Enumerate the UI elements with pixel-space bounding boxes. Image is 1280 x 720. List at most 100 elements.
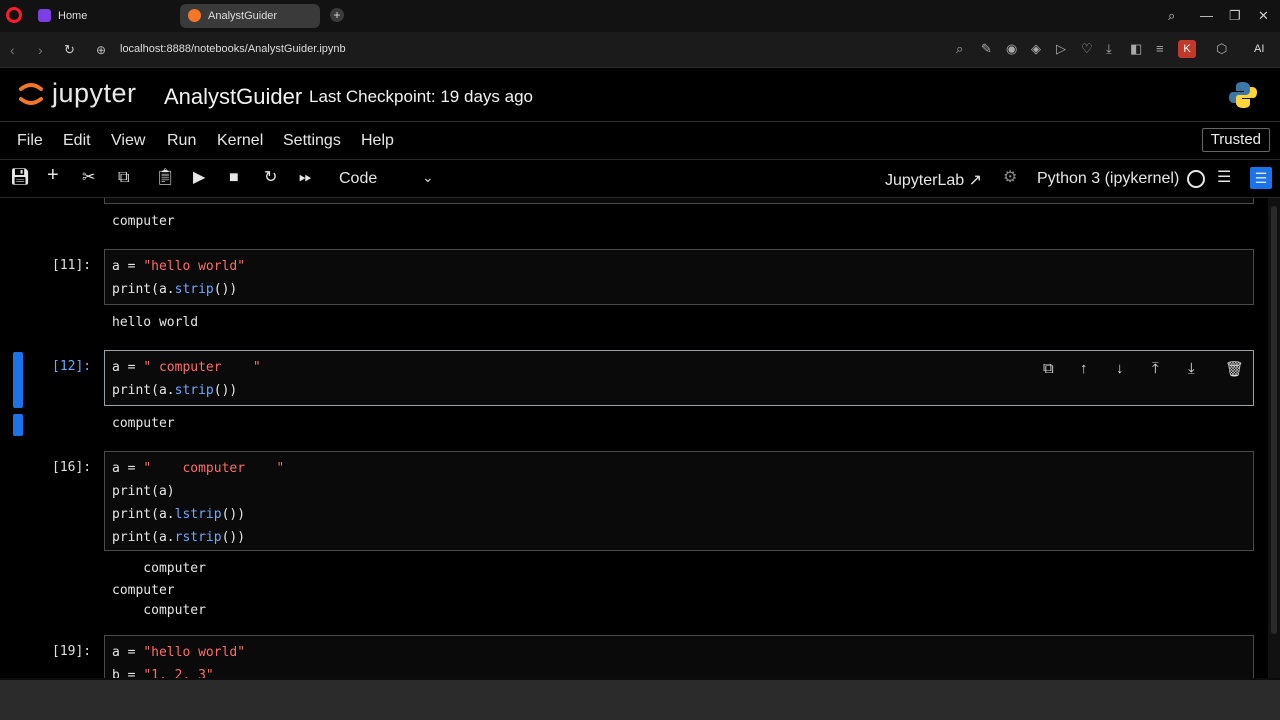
run-icon[interactable]: ▶ (193, 169, 205, 187)
code-line: print(a.rstrip()) (112, 530, 246, 545)
cell-output: computer (112, 603, 206, 618)
cell-prompt: [12]: (52, 359, 92, 374)
camera-icon[interactable]: ◉ (1006, 41, 1017, 57)
output-collapser[interactable] (13, 414, 23, 436)
cell-prompt: [16]: (52, 460, 92, 475)
menu-view[interactable]: View (111, 132, 145, 150)
menu-lines-icon[interactable]: ≡ (1156, 41, 1164, 56)
cut-icon[interactable]: ✂ (82, 169, 95, 187)
add-cell-icon[interactable]: + (47, 165, 59, 185)
trusted-badge[interactable]: Trusted (1201, 128, 1270, 152)
minimize-icon[interactable]: — (1200, 8, 1213, 23)
notebook-title[interactable]: AnalystGuider (164, 84, 302, 110)
play-icon[interactable]: ▷ (1056, 41, 1066, 57)
notebook-area[interactable]: computer [11]: a = "hello world" print(a… (0, 198, 1268, 678)
insert-above-icon[interactable]: ⤒ (1152, 360, 1159, 377)
cell-prompt: [11]: (52, 258, 92, 273)
code-line: a = " computer " (112, 360, 261, 375)
jupyter-logo-text: jupyter (52, 78, 137, 108)
notebook-toolbar: 💾︎ + ✂ ⧉ 📋︎ ▶ ■ ↻ ⏩︎ Code ⌄ JupyterLab ↗… (0, 160, 1280, 198)
jupyterlab-label: JupyterLab (885, 172, 965, 189)
restore-icon[interactable]: ❐ (1229, 8, 1241, 24)
jupyter-tab-icon (188, 9, 201, 22)
move-down-icon[interactable]: ↓ (1116, 360, 1124, 377)
external-link-icon: ↗ (968, 172, 983, 189)
cell-output: hello world (112, 315, 199, 330)
jupyterlab-link[interactable]: JupyterLab ↗ (885, 170, 982, 190)
insert-below-icon[interactable]: ⤓ (1188, 360, 1195, 377)
code-line: b = "1, 2, 3" (112, 668, 214, 678)
stop-icon[interactable]: ■ (229, 169, 239, 187)
new-tab-button[interactable]: + (330, 8, 344, 22)
jupyter-header: jupyter AnalystGuider Last Checkpoint: 1… (0, 68, 1280, 122)
save-icon[interactable]: 💾︎ (10, 169, 30, 187)
active-code-cell-editor[interactable]: a = " computer " print(a.strip()) ⧉ ↑ ↓ … (104, 350, 1254, 406)
paste-icon[interactable]: 📋︎ (155, 169, 175, 187)
jupyter-logo-icon[interactable] (18, 80, 44, 108)
menu-file[interactable]: File (17, 132, 43, 150)
copy-icon[interactable]: ⧉ (118, 169, 129, 187)
menu-kernel[interactable]: Kernel (217, 132, 263, 150)
split-screen-icon[interactable]: ◧ (1130, 41, 1142, 57)
code-line: a = "hello world" (112, 645, 246, 660)
delete-cell-icon[interactable]: 🗑︎ (1225, 360, 1244, 378)
gear-icon[interactable]: ⚙ (1003, 169, 1017, 187)
previous-cell-editor[interactable] (104, 198, 1254, 204)
restart-icon[interactable]: ↻ (264, 169, 277, 187)
scrollbar-thumb[interactable] (1271, 206, 1277, 634)
taskbar-strip (0, 680, 1280, 720)
duplicate-cell-icon[interactable]: ⧉ (1043, 360, 1054, 377)
cell-prompt: [19]: (52, 644, 92, 659)
code-cell-editor[interactable]: a = "hello world" print(a.strip()) (104, 249, 1254, 305)
menu-help[interactable]: Help (361, 132, 394, 150)
opera-home-icon (38, 9, 51, 22)
move-up-icon[interactable]: ↑ (1080, 360, 1088, 377)
property-inspector-icon[interactable]: ☰ (1250, 167, 1272, 189)
cell-output: computer (112, 214, 175, 229)
zoom-icon[interactable]: ⌕ (956, 41, 963, 57)
shield-icon[interactable]: ◈ (1031, 41, 1041, 57)
hamburger-icon[interactable]: ☰ (1217, 169, 1231, 187)
code-cell-editor[interactable]: a = " computer " print(a) print(a.lstrip… (104, 451, 1254, 551)
profile-avatar[interactable]: K (1178, 40, 1196, 58)
cell-collapser[interactable] (13, 352, 23, 408)
code-line: a = "hello world" (112, 259, 246, 274)
cell-output: computer (112, 583, 175, 598)
kernel-name[interactable]: Python 3 (ipykernel) (1037, 170, 1179, 188)
download-icon[interactable]: ⤓ (1106, 41, 1112, 57)
opera-logo-icon[interactable] (6, 7, 22, 23)
code-line: print(a) (112, 484, 175, 499)
code-line: a = " computer " (112, 461, 285, 476)
reload-icon[interactable]: ↻ (64, 42, 75, 58)
back-icon[interactable]: ‹ (10, 42, 15, 58)
site-info-icon[interactable]: ⊕ (96, 43, 106, 57)
edit-icon[interactable]: ✎ (981, 41, 992, 57)
kernel-status-icon (1187, 170, 1205, 188)
cell-type-select[interactable]: Code (339, 170, 377, 188)
restart-run-all-icon[interactable]: ⏩︎ (299, 169, 312, 187)
menu-run[interactable]: Run (167, 132, 196, 150)
search-tabs-icon[interactable]: ⌕ (1168, 8, 1175, 24)
menu-edit[interactable]: Edit (63, 132, 91, 150)
cube-icon[interactable]: ⬡ (1216, 41, 1227, 57)
address-bar-row: ‹ › ↻ ⊕ localhost:8888/notebooks/Analyst… (0, 32, 1280, 68)
code-line: print(a.strip()) (112, 282, 238, 297)
forward-icon[interactable]: › (38, 42, 43, 58)
heart-icon[interactable]: ♡ (1081, 41, 1093, 57)
code-line: print(a.strip()) (112, 383, 238, 398)
ai-button[interactable]: AI (1254, 43, 1264, 55)
python-logo-icon (1229, 82, 1257, 108)
tab-home[interactable]: Home (30, 4, 176, 28)
tab-analystguider-label: AnalystGuider (208, 10, 278, 22)
chevron-down-icon[interactable]: ⌄ (422, 169, 434, 186)
last-checkpoint: Last Checkpoint: 19 days ago (309, 87, 533, 106)
browser-tab-strip: Home AnalystGuider + ⌕ — ❐ ✕ (0, 0, 1280, 32)
url-field[interactable]: localhost:8888/notebooks/AnalystGuider.i… (120, 43, 346, 55)
code-cell-editor[interactable]: a = "hello world" b = "1, 2, 3" (104, 635, 1254, 678)
menu-settings[interactable]: Settings (283, 132, 341, 150)
close-window-icon[interactable]: ✕ (1258, 8, 1269, 24)
cell-output: computer (112, 561, 206, 576)
tab-analystguider[interactable]: AnalystGuider (180, 4, 320, 28)
cell-output: computer (112, 416, 175, 431)
menu-bar: File Edit View Run Kernel Settings Help … (0, 122, 1280, 160)
